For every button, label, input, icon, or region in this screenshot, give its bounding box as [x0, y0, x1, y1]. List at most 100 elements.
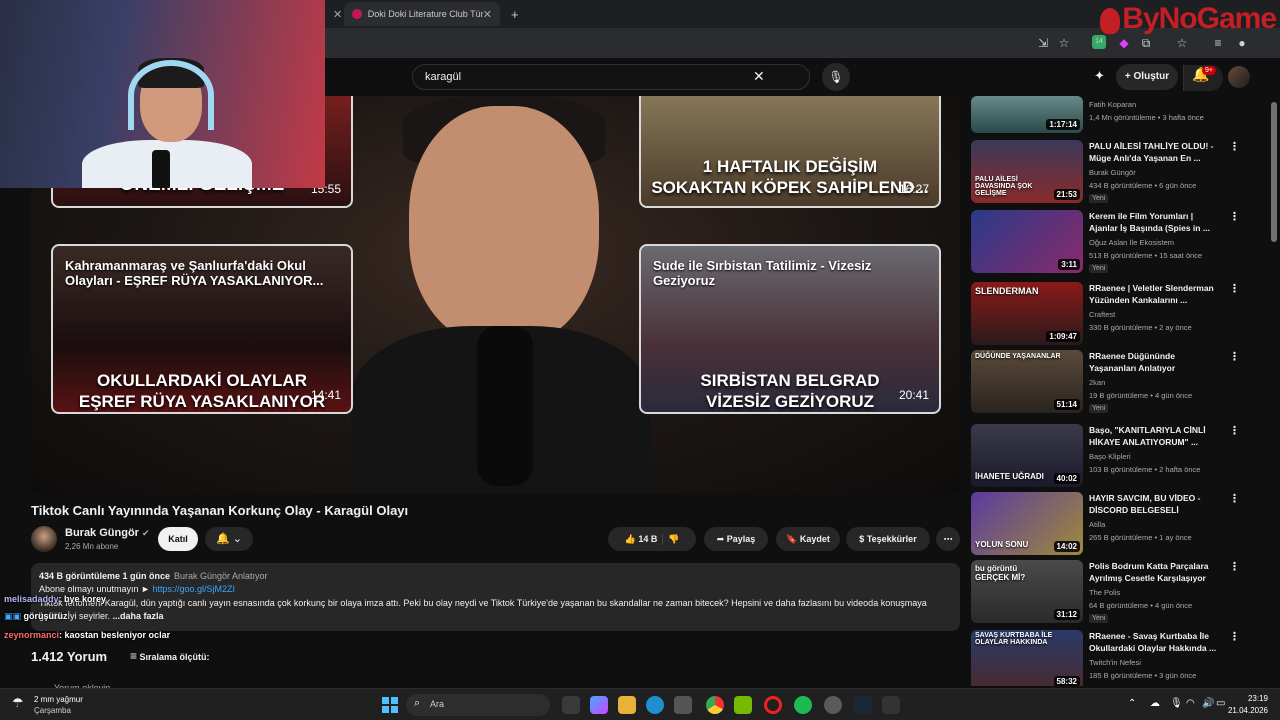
close-icon[interactable]: ✕: [483, 8, 492, 21]
cast-icon[interactable]: ✦: [1094, 68, 1105, 84]
spotify-icon[interactable]: [794, 696, 812, 714]
video-thumbnail[interactable]: YOLUN SONU 14:02: [971, 492, 1083, 555]
star-icon[interactable]: ☆: [1174, 35, 1190, 51]
endcard-2[interactable]: 1 HAFTALIK DEĞİŞİM SOKAKTAN KÖPEK SAHİPL…: [639, 96, 941, 208]
chrome-icon[interactable]: [706, 696, 724, 714]
video-title[interactable]: RRaenee Düğününde Yaşananları Anlatıyor: [1089, 350, 1223, 374]
more-vert-icon[interactable]: ⋮: [1229, 492, 1240, 505]
thumbs-down-icon[interactable]: 👎: [668, 534, 679, 544]
clock-date[interactable]: 21.04.2026: [1222, 706, 1268, 715]
more-vert-icon[interactable]: ⋮: [1229, 282, 1240, 295]
page-scrollbar[interactable]: [1270, 96, 1278, 686]
menu-lines-icon[interactable]: ≡: [1210, 35, 1226, 51]
more-vert-icon[interactable]: ⋮: [1229, 560, 1240, 573]
voice-search-button[interactable]: 🎙: [822, 63, 850, 91]
video-thumbnail[interactable]: bu görüntü GERÇEK Mİ? 31:12: [971, 560, 1083, 623]
sidebar-video[interactable]: PALU AİLESİ DAVASINDA ŞOK GELİŞME 21:53 P…: [971, 140, 1271, 206]
extension-icon[interactable]: ◆: [1116, 35, 1132, 51]
description-link[interactable]: https://goo.gl/SjM2ZI: [152, 584, 235, 594]
video-channel[interactable]: Atilla: [1089, 520, 1105, 529]
video-channel[interactable]: Burak Güngör: [1089, 168, 1136, 177]
search-input[interactable]: karagül: [425, 71, 461, 83]
video-title[interactable]: HAYIR SAVCIM, BU VİDEO - DİSCORD BELGESE…: [1089, 492, 1223, 516]
more-vert-icon[interactable]: ⋮: [1229, 210, 1240, 223]
channel-name-text[interactable]: Burak Güngör: [65, 527, 139, 539]
more-actions-button[interactable]: ⋯: [936, 527, 960, 551]
video-thumbnail[interactable]: 1:17:14: [971, 96, 1083, 133]
weather-icon[interactable]: ☂: [12, 695, 24, 711]
video-channel[interactable]: The Polis: [1089, 588, 1120, 597]
file-explorer-icon[interactable]: [618, 696, 636, 714]
thanks-button[interactable]: $ Teşekkürler: [846, 527, 930, 551]
scrollbar-thumb[interactable]: [1271, 102, 1277, 242]
sidebar-video[interactable]: İHANETE UĞRADI 40:02 Başo, "KANITLARIYLA …: [971, 424, 1271, 490]
endcard-3[interactable]: Kahramanmaraş ve Şanlıurfa'daki Okul Ola…: [51, 244, 353, 414]
microphone-icon[interactable]: 🎙: [1170, 698, 1183, 709]
start-button[interactable]: [382, 697, 398, 713]
video-channel[interactable]: Oğuz Aslan İle Ekosistem: [1089, 238, 1174, 247]
sidebar-video[interactable]: YOLUN SONU 14:02 HAYIR SAVCIM, BU VİDEO -…: [971, 492, 1271, 558]
weather-status[interactable]: 2 mm yağmur: [34, 695, 83, 704]
description-box[interactable]: 434 B görüntüleme 1 gün önce Burak Güngö…: [31, 563, 960, 631]
tab-doki-doki[interactable]: Doki Doki Literature Club Türkçe ✕: [344, 2, 500, 26]
chevron-up-icon[interactable]: ⌃: [1128, 698, 1136, 709]
bookmark-star-icon[interactable]: ☆: [1056, 35, 1072, 51]
save-button[interactable]: 🔖 Kaydet: [776, 527, 840, 551]
create-button[interactable]: + Oluştur: [1116, 64, 1178, 90]
endcard-4[interactable]: Sude ile Sırbistan Tatilimiz - Vizesiz G…: [639, 244, 941, 414]
taskbar-search[interactable]: ⌕ Ara: [406, 694, 550, 716]
video-thumbnail[interactable]: SAVAŞ KURTBABA İLE OLAYLAR HAKKINDA 58:32: [971, 630, 1083, 686]
video-channel[interactable]: Craftest: [1089, 310, 1115, 319]
opera-icon[interactable]: [764, 696, 782, 714]
new-tab-button[interactable]: +: [503, 2, 523, 26]
copilot-icon[interactable]: [590, 696, 608, 714]
more-vert-icon[interactable]: ⋮: [1229, 424, 1240, 437]
account-avatar[interactable]: [1228, 66, 1250, 88]
steam-icon[interactable]: [854, 696, 872, 714]
task-view-icon[interactable]: [562, 696, 580, 714]
sidebar-video[interactable]: SAVAŞ KURTBABA İLE OLAYLAR HAKKINDA 58:32…: [971, 630, 1271, 686]
video-title[interactable]: RRaenee - Savaş Kurtbaba İle Okullardaki…: [1089, 630, 1223, 654]
sidebar-video[interactable]: DÜĞÜNDE YAŞANANLAR 51:14 RRaenee Düğününd…: [971, 350, 1271, 416]
video-thumbnail[interactable]: 3:11: [971, 210, 1083, 273]
video-thumbnail[interactable]: İHANETE UĞRADI 40:02: [971, 424, 1083, 487]
video-title[interactable]: Kerem ile Film Yorumları | Ajanlar İş Ba…: [1089, 210, 1223, 234]
nvidia-icon[interactable]: [734, 696, 752, 714]
like-dislike-group[interactable]: 👍 14 B │ 👎: [608, 527, 696, 551]
sort-button[interactable]: ≡ Sıralama ölçütü:: [130, 649, 210, 663]
video-thumbnail[interactable]: DÜĞÜNDE YAŞANANLAR 51:14: [971, 350, 1083, 413]
more-vert-icon[interactable]: ⋮: [1229, 140, 1240, 153]
video-channel[interactable]: Twitch'in Nefesi: [1089, 658, 1141, 667]
video-title[interactable]: PALU AİLESİ TAHLİYE OLDU! - Müge Anlı'da…: [1089, 140, 1223, 164]
extension-badge[interactable]: 14: [1092, 35, 1106, 49]
description-hashtag[interactable]: Burak Güngör Anlatıyor: [174, 571, 268, 581]
channel-name[interactable]: Burak Güngör ✔: [65, 527, 150, 539]
subscription-bell-button[interactable]: 🔔 ⌄: [205, 527, 253, 551]
share-button[interactable]: ➦ Paylaş: [704, 527, 768, 551]
video-thumbnail[interactable]: PALU AİLESİ DAVASINDA ŞOK GELİŞME 21:53: [971, 140, 1083, 203]
more-vert-icon[interactable]: ⋮: [1229, 630, 1240, 643]
clock-time[interactable]: 23:19: [1232, 694, 1268, 703]
channel-avatar[interactable]: [31, 526, 57, 552]
show-more-link[interactable]: ...daha fazla: [113, 611, 164, 621]
video-channel[interactable]: Başo Klipleri: [1089, 452, 1131, 461]
search-box[interactable]: karagül ✕ ⌕: [412, 64, 1223, 91]
sidebar-video[interactable]: SLENDERMAN 1:09:47 RRaenee | Veletler Sle…: [971, 282, 1271, 348]
sidebar-video[interactable]: bu görüntü GERÇEK Mİ? 31:12 Polis Bodrum …: [971, 560, 1271, 626]
video-channel[interactable]: Fatih Koparan: [1089, 100, 1136, 109]
video-thumbnail[interactable]: SLENDERMAN 1:09:47: [971, 282, 1083, 345]
video-title[interactable]: Başo, "KANITLARIYLA CİNLİ HİKAYE ANLATIY…: [1089, 424, 1223, 448]
cloud-icon[interactable]: ☁: [1150, 698, 1160, 709]
video-channel[interactable]: 2kan: [1089, 378, 1105, 387]
thumbs-up-icon[interactable]: 👍: [625, 534, 636, 544]
epic-games-icon[interactable]: [882, 696, 900, 714]
wifi-icon[interactable]: ◠: [1186, 698, 1195, 709]
video-title[interactable]: Polis Bodrum Katta Parçalara Ayrılmış Ce…: [1089, 560, 1223, 584]
install-icon[interactable]: ⇲: [1035, 35, 1051, 51]
puzzle-icon[interactable]: ⧉: [1138, 35, 1154, 51]
app-icon[interactable]: [824, 696, 842, 714]
join-button[interactable]: Katıl: [158, 527, 198, 551]
sidebar-video[interactable]: 3:11 Kerem ile Film Yorumları | Ajanlar …: [971, 210, 1271, 276]
video-title[interactable]: RRaenee | Veletler Slenderman Yüzünden K…: [1089, 282, 1223, 306]
app-icon[interactable]: [674, 696, 692, 714]
